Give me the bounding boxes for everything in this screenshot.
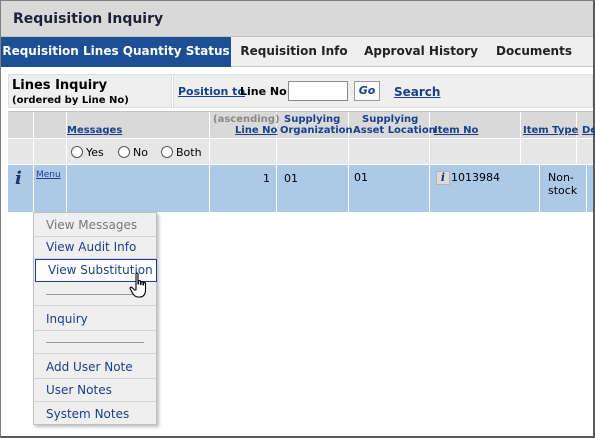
filter-both-option[interactable]: Both xyxy=(161,146,202,159)
position-controls: Position to Line No Go Search xyxy=(173,74,593,108)
hand-pointer-icon xyxy=(129,272,147,298)
cell-item-no: 1013984 xyxy=(451,171,500,184)
position-line-no-input[interactable] xyxy=(288,81,348,101)
lines-inquiry-heading: Lines Inquiry xyxy=(12,78,108,93)
filter-both-label: Both xyxy=(176,146,202,159)
position-line-no-label: Line No xyxy=(240,85,287,98)
column-header-messages[interactable]: Messages xyxy=(67,125,122,136)
column-header-supplying-org-line1: Supplying xyxy=(284,114,341,125)
menu-item-user-notes[interactable]: User Notes xyxy=(34,378,156,402)
column-header-item-no[interactable]: Item No xyxy=(434,125,478,136)
radio-both[interactable] xyxy=(161,146,173,158)
menu-separator xyxy=(46,342,144,343)
grid-header-row: Messages (ascending) Line No Supplying O… xyxy=(8,111,595,139)
table-row[interactable]: i Menu 1 01 01 i 1013984 Non- stock xyxy=(8,164,593,213)
title-bar: Requisition Inquiry xyxy=(1,1,593,37)
tab-requisition-lines-quantity-status[interactable]: Requisition Lines Quantity Status xyxy=(1,37,231,67)
menu-item-inquiry[interactable]: Inquiry xyxy=(34,307,156,331)
position-to-link[interactable]: Position to xyxy=(178,85,245,98)
cell-item-type-line2: stock xyxy=(548,184,578,197)
radio-yes[interactable] xyxy=(71,146,83,158)
tab-approval-history[interactable]: Approval History xyxy=(357,37,485,67)
filter-no-option[interactable]: No xyxy=(118,146,148,159)
column-header-supplying-org-line2: Organization xyxy=(280,125,353,136)
menu-item-view-audit-info[interactable]: View Audit Info xyxy=(34,235,156,259)
menu-item-system-notes[interactable]: System Notes xyxy=(34,402,156,426)
menu-item-view-messages: View Messages xyxy=(34,213,156,237)
radio-no[interactable] xyxy=(118,146,130,158)
cell-line-no: 1 xyxy=(263,172,270,185)
cell-item-type-line1: Non- xyxy=(548,171,574,184)
search-link[interactable]: Search xyxy=(394,85,440,99)
filter-no-label: No xyxy=(133,146,148,159)
window-title: Requisition Inquiry xyxy=(13,11,164,27)
go-button[interactable]: Go xyxy=(354,81,380,101)
column-header-supplying-asset-line2: Asset Location xyxy=(353,125,436,136)
row-context-menu: View Messages View Audit Info View Subst… xyxy=(33,212,157,425)
filter-yes-option[interactable]: Yes xyxy=(71,146,104,159)
column-header-item-type[interactable]: Item Type xyxy=(523,125,578,136)
column-header-description[interactable]: De xyxy=(582,125,595,136)
tab-requisition-info[interactable]: Requisition Info xyxy=(231,37,357,67)
item-info-icon[interactable]: i xyxy=(436,171,450,185)
row-menu-link[interactable]: Menu xyxy=(36,170,61,180)
lines-toolbar: Lines Inquiry (ordered by Line No) Posit… xyxy=(8,74,593,108)
menu-item-add-user-note[interactable]: Add User Note xyxy=(34,355,156,379)
column-header-line-no-sort-hint: (ascending) xyxy=(213,114,280,125)
column-header-line-no[interactable]: Line No xyxy=(235,125,277,136)
lines-inquiry-label: Lines Inquiry (ordered by Line No) xyxy=(8,74,172,108)
tab-documents[interactable]: Documents xyxy=(485,37,583,67)
cell-supplying-org: 01 xyxy=(284,172,298,185)
cell-supplying-asset: 01 xyxy=(354,171,368,184)
lines-inquiry-subheading: (ordered by Line No) xyxy=(12,95,129,106)
column-header-supplying-asset-line1: Supplying xyxy=(362,114,419,125)
info-icon[interactable]: i xyxy=(15,168,22,189)
filter-yes-label: Yes xyxy=(86,146,104,159)
tab-bar: Requisition Lines Quantity Status Requis… xyxy=(1,37,593,67)
grid-filter-row: Yes No Both xyxy=(8,138,593,165)
